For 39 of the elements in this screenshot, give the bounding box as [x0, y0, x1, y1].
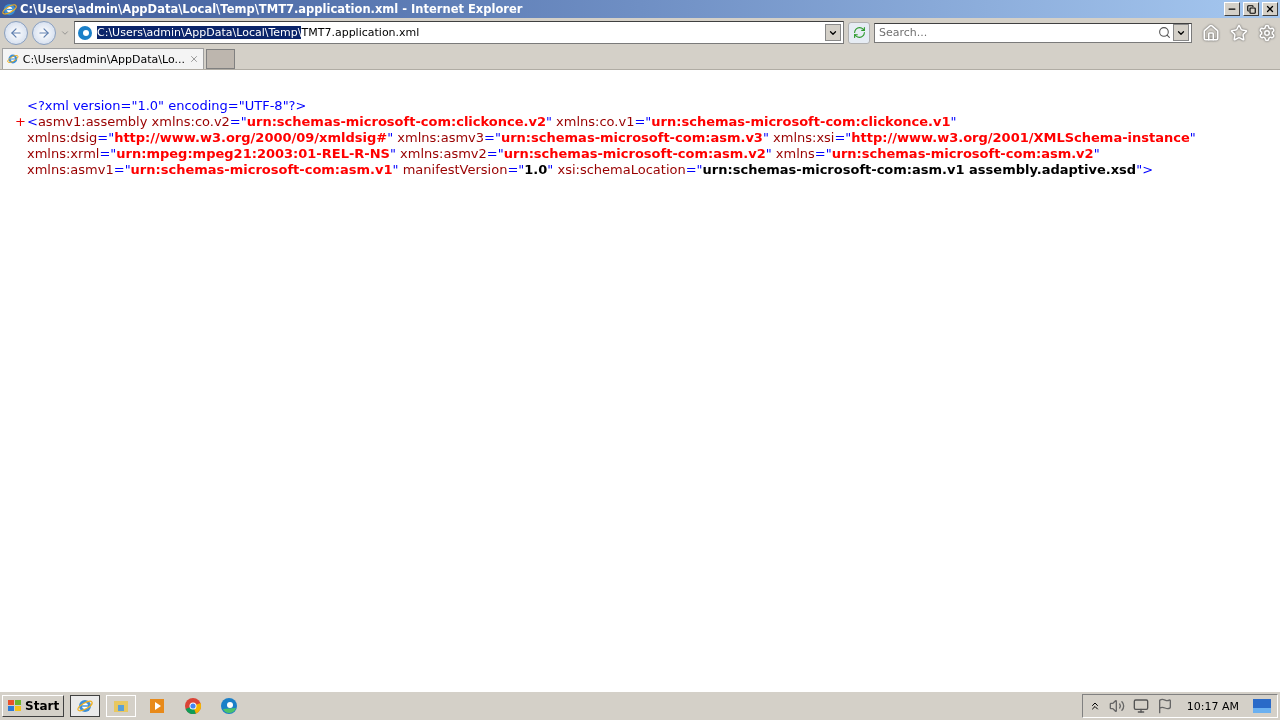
settings-icon[interactable]: [1258, 23, 1276, 42]
browser-icon: [77, 698, 94, 714]
xml-declaration: <?xml version="1.0" encoding="UTF-8"?>: [27, 98, 308, 114]
search-box[interactable]: Search...: [874, 22, 1192, 43]
browser-icon: [2, 1, 17, 17]
show-desktop-icon[interactable]: [1253, 699, 1271, 713]
edge-page-icon: [77, 24, 93, 41]
folder-taskbar-button[interactable]: [106, 695, 137, 717]
window-title: C:\Users\admin\AppData\Local\Temp\TMT7.application.xml - Internet Explorer: [20, 2, 524, 16]
home-icon[interactable]: [1202, 23, 1220, 42]
forward-button[interactable]: [32, 20, 56, 45]
forward-arrow-icon: [37, 25, 51, 40]
flag-icon[interactable]: [1156, 698, 1173, 714]
folder-icon: [113, 699, 130, 713]
new-tab-button[interactable]: [206, 49, 235, 69]
search-icon[interactable]: [1158, 26, 1171, 39]
back-button[interactable]: [4, 20, 28, 45]
close-button[interactable]: [1262, 2, 1278, 16]
browser-taskbar-button[interactable]: [70, 695, 101, 717]
close-icon: [1265, 4, 1275, 14]
xml-element-tag: <asmv1:assembly xmlns:co.v2="urn:schemas-microsoft-com:clickonce.v2" xmlns:co.v1="urn:schemas-microsoft-com:clickonce.v1" xmlns:dsig="http://www.w3.org/2000/09/xmldsig#" xmlns:asmv3="urn:schemas-microsoft-com:asm.v3" xmlns:xsi="http://www.w3.org/2001/XMLSchema-instance" xmlns:xrml="urn:mpeg:mpeg21:2003:01-REL-R-NS" xmlns:asmv2="urn:schemas-microsoft-com:asm.v2" xmlns="urn:schemas-microsoft-com:asm.v2" xmlns:asmv1="urn:schemas-microsoft-com:asm.v1" manifestVersion="1.0" xsi:schemaLocation="urn:schemas-microsoft-com:asm.v1 assembly.adaptive.xsd">: [27, 114, 1207, 178]
star-icon[interactable]: [1230, 23, 1248, 42]
compatibility-button[interactable]: [848, 21, 870, 44]
browser-tab[interactable]: C:\Users\admin\AppData\Lo...: [2, 48, 204, 69]
close-tab-icon[interactable]: [188, 53, 199, 65]
restore-icon: [1246, 4, 1256, 14]
minimize-button[interactable]: [1224, 2, 1240, 16]
restore-button[interactable]: [1243, 2, 1259, 16]
start-button[interactable]: Start: [2, 695, 65, 717]
clock: 10:17 AM: [1186, 699, 1239, 713]
browser-icon: [7, 52, 19, 66]
windows-logo-icon: [7, 699, 23, 713]
search-dropdown-button[interactable]: [1173, 24, 1189, 41]
refresh-arrows-icon: [852, 26, 866, 39]
network-icon[interactable]: [1132, 698, 1149, 714]
volume-icon[interactable]: [1108, 698, 1125, 714]
expand-toggle[interactable]: +: [15, 114, 27, 178]
back-arrow-icon: [9, 25, 23, 40]
address-dropdown-button[interactable]: [825, 24, 841, 41]
